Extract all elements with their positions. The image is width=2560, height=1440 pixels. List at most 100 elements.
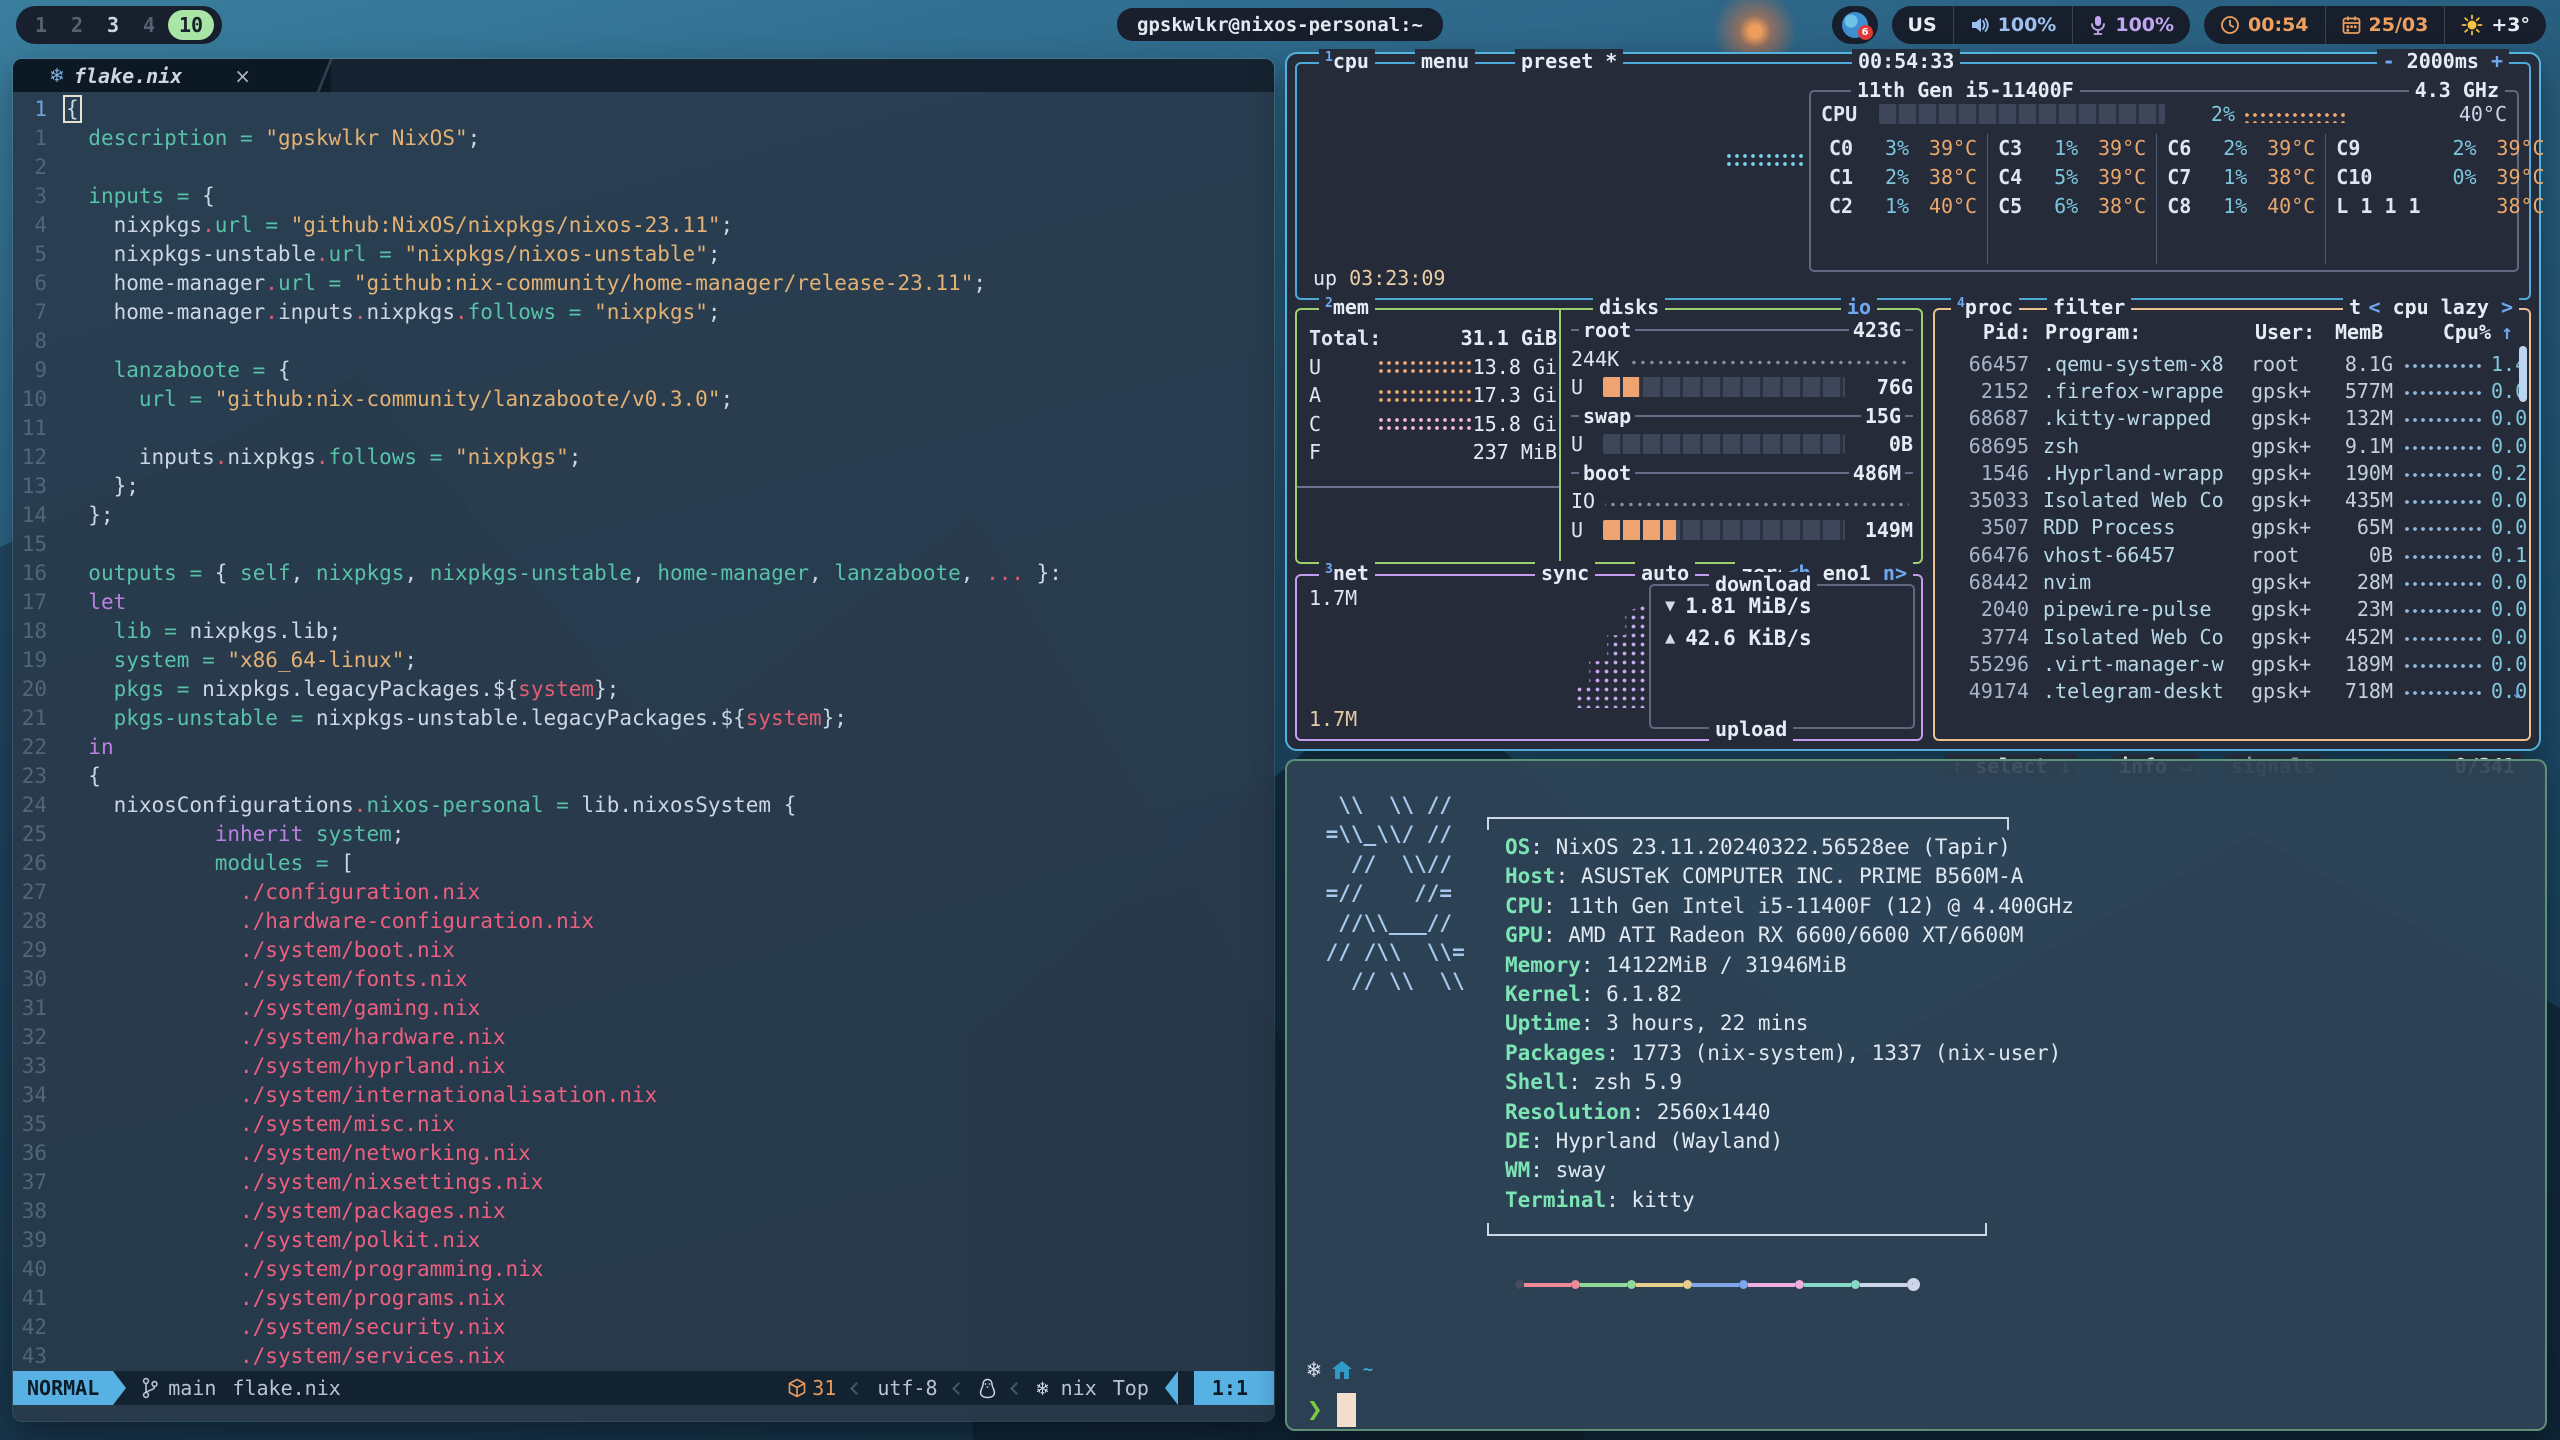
process-row[interactable]: 68687.kitty-wrappedgpsk+132M0.0: [1941, 405, 2511, 432]
volume-control[interactable]: 100%: [1953, 6, 2073, 44]
process-row[interactable]: 3774Isolated Web Cogpsk+452M0.0: [1941, 623, 2511, 650]
workspace-2[interactable]: 2: [60, 6, 94, 44]
git-branch-name[interactable]: main: [168, 1376, 216, 1400]
line-content: modules = [: [63, 849, 354, 878]
net-auto-button[interactable]: auto: [1635, 561, 1695, 585]
mem-divider: [1297, 486, 1559, 488]
net-sync-button[interactable]: sync: [1535, 561, 1595, 585]
workspace-3[interactable]: 3: [96, 6, 130, 44]
clock[interactable]: 00:54: [2204, 6, 2324, 44]
workspace-4[interactable]: 4: [132, 6, 166, 44]
system-info-row: GPU: AMD ATI Radeon RX 6600/6600 XT/6600…: [1505, 921, 2074, 950]
sort-direction-icon: ↑: [2501, 320, 2513, 344]
sort-selector[interactable]: < cpu lazy >: [2362, 295, 2519, 319]
filter-button[interactable]: filter: [2047, 295, 2131, 319]
system-info-row: DE: Hyprland (Wayland): [1505, 1127, 2074, 1156]
core-stat: C45%39°C: [1998, 163, 2146, 192]
line-number: 9: [13, 356, 63, 385]
neofetch-terminal-window: \\ \\ // =\\_\\/ // // \\// =// //= //\\…: [1285, 759, 2547, 1431]
tab-close-icon[interactable]: ×: [234, 64, 251, 88]
proc-table-header[interactable]: Pid: Program: User: MemB Cpu% ↑: [1935, 320, 2529, 346]
core-stat: C56%38°C: [1998, 192, 2146, 221]
line-content: ./system/nixsettings.nix: [63, 1168, 543, 1197]
disk-usage-row: U0B: [1571, 430, 1913, 459]
proc-scrollbar[interactable]: [2519, 346, 2527, 402]
chevron-left-icon: [1010, 1382, 1023, 1395]
code-line: 13 };: [13, 472, 1274, 501]
shell-prompt-path: ❄ ~: [1307, 1357, 1373, 1383]
code-line: 42 ./system/security.nix: [13, 1313, 1274, 1342]
process-row[interactable]: 66476vhost-66457root0B0.1: [1941, 541, 2511, 568]
line-number: 14: [13, 501, 63, 530]
workspace-10[interactable]: 10: [168, 10, 214, 40]
menu-button[interactable]: menu: [1415, 49, 1475, 73]
line-content: system = "x86_64-linux";: [63, 646, 417, 675]
net-panel-title[interactable]: 3net: [1319, 561, 1375, 585]
line-number: 18: [13, 617, 63, 646]
line-number: 26: [13, 849, 63, 878]
keyboard-layout[interactable]: US: [1892, 6, 1953, 44]
code-line: 20 pkgs = nixpkgs.legacyPackages.${syste…: [13, 675, 1274, 704]
clock-weather-pill: 00:54 25/03 +3°: [2204, 6, 2546, 44]
code-line: 7 home-manager.inputs.nixpkgs.follows = …: [13, 298, 1274, 327]
scroll-down-icon[interactable]: ↓: [2511, 679, 2523, 703]
mem-graph: [1377, 359, 1473, 374]
cpu-panel-title[interactable]: 1cpu: [1319, 49, 1375, 73]
memory-panel: 2mem disks io Total:31.1 GiBU13.8 GiA17.…: [1295, 308, 1923, 564]
date[interactable]: 25/03: [2325, 6, 2445, 44]
chevron-left-icon: [952, 1382, 965, 1395]
code-line: 1{: [13, 95, 1274, 124]
line-content: ./system/programs.nix: [63, 1284, 506, 1313]
code-line: 29 ./system/boot.nix: [13, 936, 1274, 965]
prompt-chevron: ❯: [1307, 1395, 1323, 1425]
process-row[interactable]: 49174.telegram-desktgpsk+718M0.0↓: [1941, 678, 2511, 705]
process-row[interactable]: 2040pipewire-pulsegpsk+23M0.0: [1941, 596, 2511, 623]
process-row[interactable]: 2152.firefox-wrappegpsk+577M0.0: [1941, 377, 2511, 404]
line-content: ./system/fonts.nix: [63, 965, 468, 994]
line-number: 8: [13, 327, 63, 356]
code-line: 37 ./system/nixsettings.nix: [13, 1168, 1274, 1197]
process-row[interactable]: 66457.qemu-system-x8root8.1G1.4: [1941, 350, 2511, 377]
refresh-interval-control[interactable]: - 2000ms +: [2377, 49, 2509, 73]
process-row[interactable]: 55296.virt-manager-wgpsk+189M0.0: [1941, 650, 2511, 677]
process-row[interactable]: 68695zshgpsk+9.1M0.0: [1941, 432, 2511, 459]
tab-flake-nix[interactable]: ❄ flake.nix ×: [13, 59, 331, 92]
home-icon: [1330, 1358, 1354, 1382]
line-number: 3: [13, 182, 63, 211]
microphone-control[interactable]: 100%: [2072, 6, 2190, 44]
code-line: 5 nixpkgs-unstable.url = "nixpkgs/nixos-…: [13, 240, 1274, 269]
line-content: ./system/hyprland.nix: [63, 1052, 506, 1081]
code-line: 27 ./configuration.nix: [13, 878, 1274, 907]
line-number: 42: [13, 1313, 63, 1342]
nix-snowflake-icon: ❄: [49, 65, 65, 87]
process-row[interactable]: 1546.Hyprland-wrappgpsk+190M0.2: [1941, 459, 2511, 486]
mem-panel-title[interactable]: 2mem: [1319, 295, 1375, 319]
package-icon: [788, 1378, 806, 1398]
process-row[interactable]: 68442nvimgpsk+28M0.0: [1941, 568, 2511, 595]
code-line: 38 ./system/packages.nix: [13, 1197, 1274, 1226]
calendar-icon: [2342, 15, 2361, 35]
code-line: 18 lib = nixpkgs.lib;: [13, 617, 1274, 646]
line-number: 17: [13, 588, 63, 617]
system-tray[interactable]: 6: [1832, 6, 1878, 44]
proc-panel-title[interactable]: 4proc: [1951, 295, 2019, 319]
code-area[interactable]: 1{1 description = "gpskwlkr NixOS";23 in…: [13, 95, 1274, 1371]
weather[interactable]: +3°: [2444, 6, 2546, 44]
shell-prompt-input[interactable]: ❯: [1307, 1393, 1356, 1427]
mem-stat-row: F237 MiB: [1309, 438, 1557, 467]
line-number: 22: [13, 733, 63, 762]
core-stat: C100%39°C: [2336, 163, 2544, 192]
line-number: 10: [13, 385, 63, 414]
process-list[interactable]: 66457.qemu-system-x8root8.1G1.42152.fire…: [1941, 350, 2511, 705]
code-line: 30 ./system/fonts.nix: [13, 965, 1274, 994]
vim-mode-indicator: NORMAL: [13, 1371, 113, 1405]
line-number: 4: [13, 211, 63, 240]
btop-monitor-window: 1cpu menu preset * 00:54:33 - 2000ms + u…: [1285, 52, 2541, 751]
line-content: nixosConfigurations.nixos-personal = lib…: [63, 791, 796, 820]
workspace-1[interactable]: 1: [24, 6, 58, 44]
preset-button[interactable]: preset *: [1515, 49, 1623, 73]
line-number: 27: [13, 878, 63, 907]
current-path: ~: [1363, 1360, 1373, 1380]
process-row[interactable]: 3507RDD Processgpsk+65M0.0: [1941, 514, 2511, 541]
process-row[interactable]: 35033Isolated Web Cogpsk+435M0.0: [1941, 486, 2511, 513]
